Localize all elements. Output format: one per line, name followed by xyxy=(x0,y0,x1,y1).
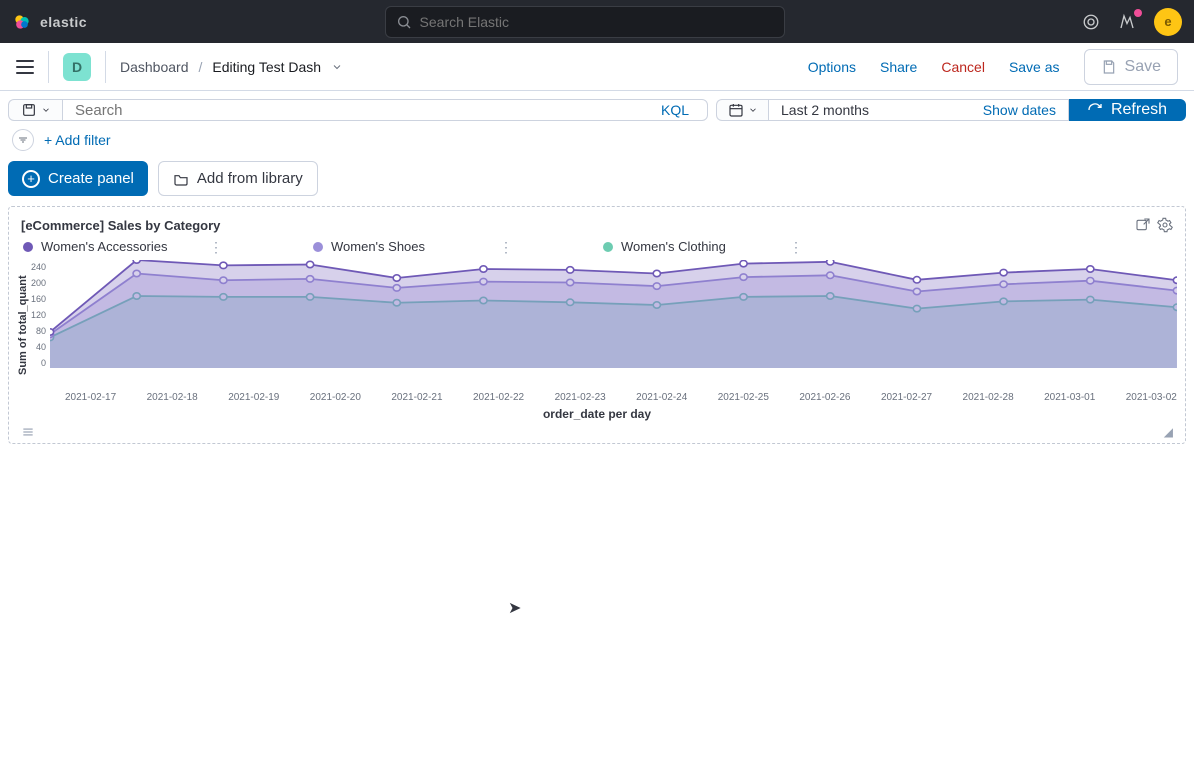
show-dates-link[interactable]: Show dates xyxy=(983,102,1056,118)
dashboard-grid: [eCommerce] Sales by Category Women's Ac… xyxy=(0,206,1194,444)
divider xyxy=(48,51,49,83)
refresh-icon xyxy=(1087,102,1103,118)
legend-more-icon[interactable]: ⋮ xyxy=(789,240,803,254)
legend-label: Women's Shoes xyxy=(331,239,425,254)
notification-dot xyxy=(1134,9,1142,17)
add-from-library-button[interactable]: Add from library xyxy=(158,161,318,196)
breadcrumb-current: Editing Test Dash xyxy=(212,59,321,75)
divider xyxy=(105,51,106,83)
chart: Sum of total_quant 24020016012080400 xyxy=(17,260,1177,390)
x-axis-ticks: 2021-02-172021-02-182021-02-192021-02-20… xyxy=(17,390,1177,403)
user-avatar[interactable]: e xyxy=(1154,8,1182,36)
date-range-display[interactable]: Last 2 months Show dates xyxy=(768,99,1069,121)
kql-toggle[interactable]: KQL xyxy=(655,100,695,120)
share-link[interactable]: Share xyxy=(880,59,917,75)
help-icon[interactable] xyxy=(1082,13,1100,31)
query-left: KQL xyxy=(8,99,708,121)
breadcrumb-bar: D Dashboard / Editing Test Dash Options … xyxy=(0,43,1194,91)
legend-item[interactable]: Women's Clothing ⋮ xyxy=(603,239,803,254)
legend-item[interactable]: Women's Accessories ⋮ xyxy=(23,239,223,254)
legend-item[interactable]: Women's Shoes ⋮ xyxy=(313,239,513,254)
options-link[interactable]: Options xyxy=(808,59,856,75)
save-icon xyxy=(1101,59,1117,75)
save-button-label: Save xyxy=(1125,58,1161,76)
save-as-link[interactable]: Save as xyxy=(1009,59,1060,75)
open-in-lens-icon[interactable] xyxy=(1135,217,1151,233)
save-button: Save xyxy=(1084,49,1178,85)
search-icon xyxy=(396,14,412,30)
legend-swatch xyxy=(23,242,33,252)
cancel-link[interactable]: Cancel xyxy=(941,59,985,75)
add-from-library-label: Add from library xyxy=(197,170,303,187)
resize-handle-icon[interactable]: ◢ xyxy=(1164,425,1173,439)
breadcrumb-section[interactable]: Dashboard xyxy=(120,59,189,75)
global-header: elastic e xyxy=(0,0,1194,43)
chart-svg xyxy=(50,260,1177,390)
create-panel-label: Create panel xyxy=(48,170,134,187)
panel-title: [eCommerce] Sales by Category xyxy=(21,218,220,233)
breadcrumb-separator: / xyxy=(199,59,203,75)
refresh-button-label: Refresh xyxy=(1111,101,1167,119)
disk-icon xyxy=(21,102,37,118)
elastic-logo[interactable]: elastic xyxy=(12,12,87,32)
gear-icon[interactable] xyxy=(1157,217,1173,233)
create-panel-button[interactable]: + Create panel xyxy=(8,161,148,196)
panel-footer: ◢ xyxy=(17,423,1177,439)
query-bar: KQL Last 2 months Show dates Refresh xyxy=(0,91,1194,129)
legend-swatch xyxy=(603,242,613,252)
dashboard-actions: + Create panel Add from library xyxy=(0,161,1194,206)
legend-toggle-icon[interactable] xyxy=(21,425,35,439)
saved-query-button[interactable] xyxy=(8,99,62,121)
chart-legend: Women's Accessories ⋮ Women's Shoes ⋮ Wo… xyxy=(17,239,1177,260)
global-search[interactable] xyxy=(385,6,785,38)
date-range-text: Last 2 months xyxy=(781,102,869,118)
filter-row: + Add filter xyxy=(0,129,1194,161)
legend-more-icon[interactable]: ⋮ xyxy=(209,240,223,254)
chevron-down-icon xyxy=(41,105,51,115)
breadcrumb: Dashboard / Editing Test Dash xyxy=(120,59,343,75)
panel-ecommerce-sales[interactable]: [eCommerce] Sales by Category Women's Ac… xyxy=(8,206,1186,444)
nav-toggle-icon[interactable] xyxy=(16,60,34,74)
header-actions: Options Share Cancel Save as Save xyxy=(808,49,1178,85)
query-input[interactable] xyxy=(75,102,645,119)
add-filter-link[interactable]: + Add filter xyxy=(44,132,111,148)
legend-swatch xyxy=(313,242,323,252)
folder-icon xyxy=(173,171,189,187)
y-axis-label: Sum of total_quant xyxy=(17,260,29,390)
query-right: Last 2 months Show dates Refresh xyxy=(716,99,1186,121)
filter-options-icon[interactable] xyxy=(12,129,34,151)
chart-plot xyxy=(50,260,1177,390)
y-axis-ticks: 24020016012080400 xyxy=(29,260,50,390)
panel-header-actions xyxy=(1135,217,1173,233)
mouse-cursor-icon: ➤ xyxy=(508,598,521,618)
header-right-icons: e xyxy=(1082,8,1182,36)
chevron-down-icon[interactable] xyxy=(331,61,343,73)
x-axis-label: order_date per day xyxy=(17,403,1177,423)
legend-label: Women's Accessories xyxy=(41,239,168,254)
legend-more-icon[interactable]: ⋮ xyxy=(499,240,513,254)
global-search-input[interactable] xyxy=(420,14,774,30)
panel-header: [eCommerce] Sales by Category xyxy=(17,215,1177,239)
refresh-button[interactable]: Refresh xyxy=(1069,99,1186,121)
date-quick-button[interactable] xyxy=(716,99,768,121)
brand-name: elastic xyxy=(40,14,87,30)
legend-label: Women's Clothing xyxy=(621,239,726,254)
news-icon[interactable] xyxy=(1118,13,1136,31)
elastic-logo-icon xyxy=(12,12,32,32)
space-badge[interactable]: D xyxy=(63,53,91,81)
plus-circle-icon: + xyxy=(22,170,40,188)
query-input-wrap[interactable]: KQL xyxy=(62,99,708,121)
calendar-icon xyxy=(728,102,744,118)
chevron-down-icon xyxy=(748,105,758,115)
